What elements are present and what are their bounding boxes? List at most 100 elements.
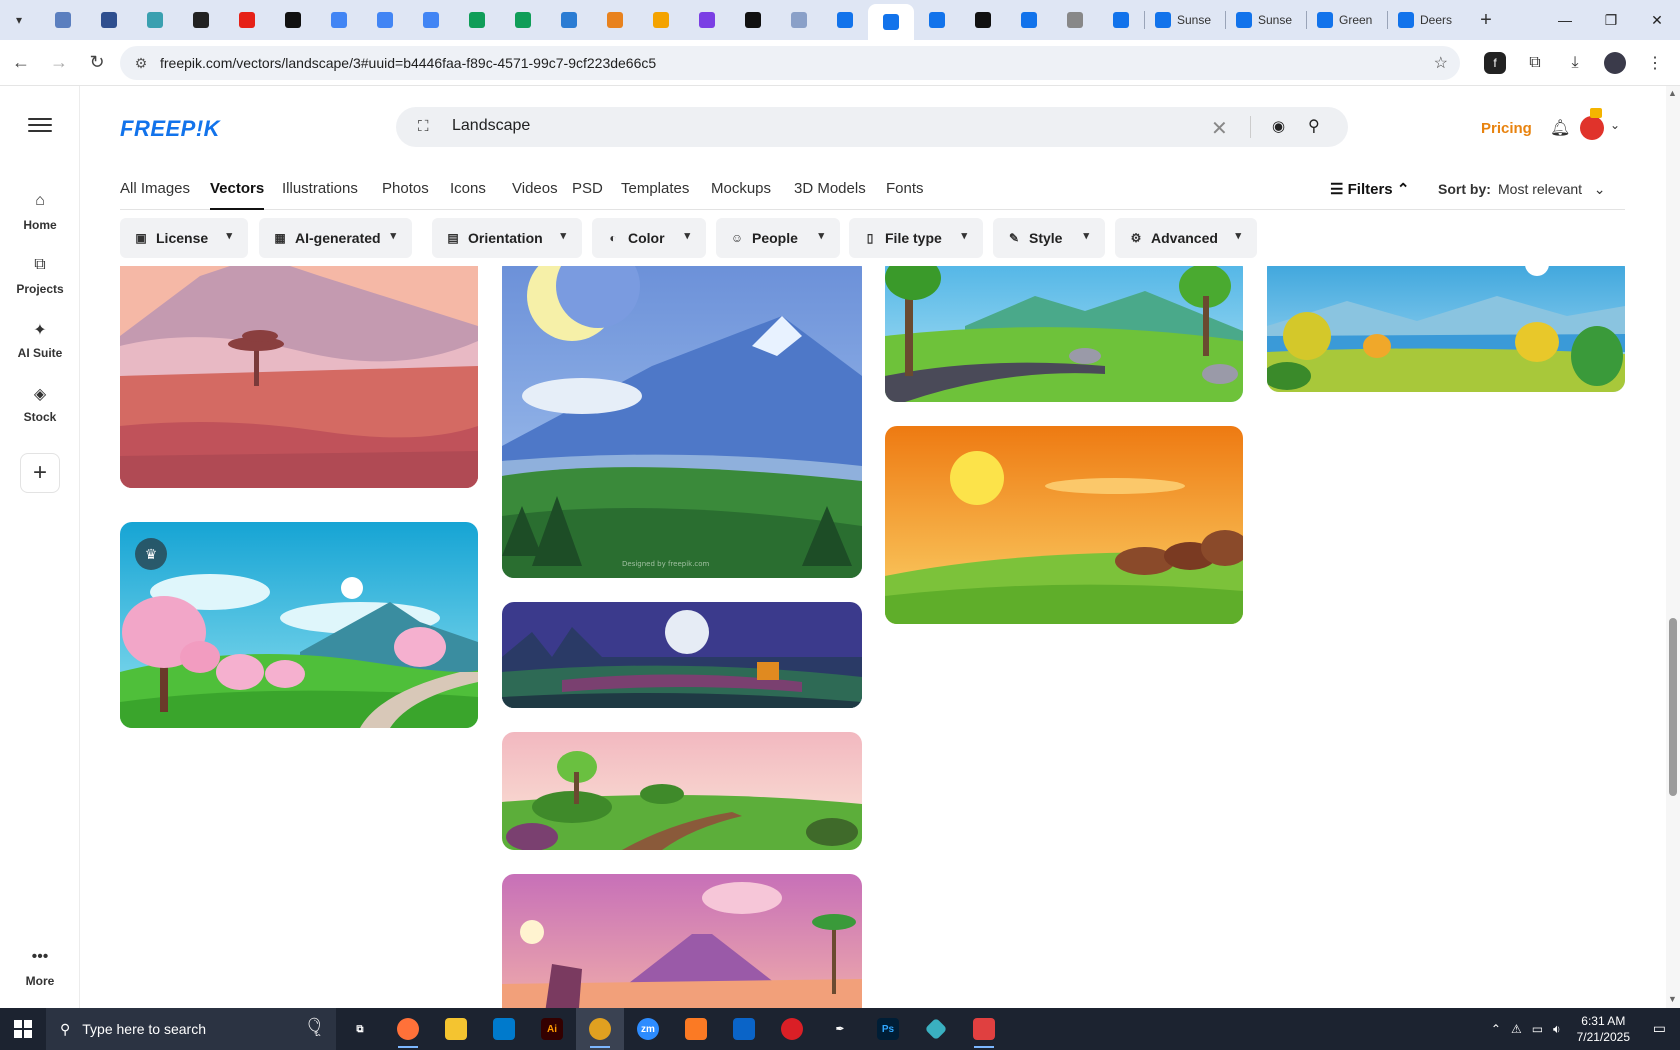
taskbar-creative-cloud[interactable] bbox=[768, 1008, 816, 1050]
taskbar-photoshop[interactable]: Ps bbox=[864, 1008, 912, 1050]
reload-button[interactable]: ↻ bbox=[80, 46, 114, 80]
scroll-up-arrow-icon[interactable]: ▲ bbox=[1668, 88, 1677, 98]
image-card-green-valley[interactable] bbox=[885, 266, 1243, 402]
browser-tab[interactable] bbox=[224, 4, 270, 36]
browser-tab[interactable] bbox=[1006, 4, 1052, 36]
browser-tab[interactable] bbox=[776, 4, 822, 36]
taskbar-firefox[interactable] bbox=[384, 1008, 432, 1050]
minimize-button[interactable]: — bbox=[1542, 0, 1588, 40]
tab-3d-models[interactable]: 3D Models bbox=[794, 180, 866, 197]
image-card-savanna[interactable] bbox=[120, 266, 478, 488]
filter-file-type[interactable]: ▯ File type ▾ bbox=[849, 218, 983, 258]
page-scrollbar[interactable]: ▲ ▼ bbox=[1666, 86, 1680, 1008]
restore-button[interactable]: ❐ bbox=[1588, 0, 1634, 40]
site-info-icon[interactable]: ⚙ bbox=[126, 55, 156, 72]
tab-templates[interactable]: Templates bbox=[621, 180, 689, 197]
filter-style[interactable]: ✎ Style ▾ bbox=[993, 218, 1105, 258]
tab-search-button[interactable]: ▾ bbox=[4, 5, 34, 35]
filter-color[interactable]: ◐ Color ▾ bbox=[592, 218, 706, 258]
browser-tab[interactable] bbox=[914, 4, 960, 36]
scroll-thumb[interactable] bbox=[1669, 618, 1677, 796]
image-card-mountain-moon[interactable]: Designed by freepik.com bbox=[502, 266, 862, 578]
browser-tab[interactable] bbox=[546, 4, 592, 36]
url-text[interactable]: freepik.com/vectors/landscape/3#uuid=b44… bbox=[160, 55, 656, 71]
taskbar-zoom[interactable]: zm bbox=[624, 1008, 672, 1050]
network-icon[interactable]: ▭ bbox=[1532, 1022, 1543, 1036]
filter-advanced[interactable]: ⚙ Advanced ▾ bbox=[1115, 218, 1257, 258]
alert-icon[interactable]: ⚠ bbox=[1511, 1022, 1522, 1036]
add-button[interactable]: + bbox=[20, 453, 60, 493]
filter-license[interactable]: ▣ License ▾ bbox=[120, 218, 248, 258]
tab-videos[interactable]: Videos bbox=[512, 180, 558, 197]
filter-ai-generated[interactable]: ▦ AI-generated ▾ bbox=[259, 218, 412, 258]
browser-tab[interactable]: Green bbox=[1307, 4, 1387, 36]
browser-tab[interactable]: Sunse bbox=[1145, 4, 1225, 36]
taskbar-illustrator[interactable]: Ai bbox=[528, 1008, 576, 1050]
extensions-icon[interactable]: ⧉ bbox=[1518, 46, 1552, 80]
user-avatar[interactable] bbox=[1580, 116, 1604, 140]
notifications-icon[interactable]: ▭ bbox=[1653, 1020, 1666, 1037]
bookmark-star-icon[interactable]: ☆ bbox=[1434, 53, 1448, 73]
browser-tab[interactable] bbox=[638, 4, 684, 36]
task-view-button[interactable]: ⧉ bbox=[336, 1008, 384, 1050]
taskbar-pen-tool[interactable]: ✒ bbox=[816, 1008, 864, 1050]
browser-tab[interactable] bbox=[868, 4, 914, 40]
back-button[interactable]: ← bbox=[4, 46, 38, 80]
font-extension-icon[interactable]: f bbox=[1484, 52, 1506, 74]
image-card-volcano-sunset[interactable] bbox=[502, 874, 862, 1008]
browser-tab[interactable]: Sunse bbox=[1226, 4, 1306, 36]
tab-photos[interactable]: Photos bbox=[382, 180, 429, 197]
tab-all-images[interactable]: All Images bbox=[120, 180, 190, 197]
taskbar-vscode[interactable] bbox=[480, 1008, 528, 1050]
sidebar-item-projects[interactable]: ⧉ Projects bbox=[0, 256, 80, 296]
camera-search-icon[interactable]: ◉ bbox=[1272, 117, 1285, 135]
browser-tab[interactable] bbox=[40, 4, 86, 36]
tab-mockups[interactable]: Mockups bbox=[711, 180, 771, 197]
taskbar-app-diamond[interactable] bbox=[912, 1008, 960, 1050]
freepik-logo[interactable]: FREEP!K bbox=[120, 116, 220, 142]
pricing-link[interactable]: Pricing bbox=[1481, 120, 1532, 137]
tab-icons[interactable]: Icons bbox=[450, 180, 486, 197]
forward-button[interactable]: → bbox=[42, 46, 76, 80]
bell-icon[interactable]: 🔔︎ bbox=[1550, 118, 1570, 138]
image-card-orange-sunset[interactable] bbox=[885, 426, 1243, 624]
sidebar-item-stock[interactable]: ◈ Stock bbox=[0, 384, 80, 424]
profile-avatar[interactable] bbox=[1598, 46, 1632, 80]
tab-illustrations[interactable]: Illustrations bbox=[282, 180, 358, 197]
browser-tab[interactable] bbox=[132, 4, 178, 36]
sidebar-item-ai-suite[interactable]: ✦ AI Suite bbox=[0, 320, 80, 360]
hamburger-menu-icon[interactable] bbox=[28, 114, 52, 136]
filter-people[interactable]: ☺ People ▾ bbox=[716, 218, 840, 258]
browser-tab[interactable] bbox=[500, 4, 546, 36]
search-type-icon[interactable]: ⛶ bbox=[418, 118, 429, 135]
browser-tab[interactable] bbox=[178, 4, 224, 36]
taskbar-xampp[interactable] bbox=[672, 1008, 720, 1050]
image-card-meadow-path[interactable] bbox=[502, 732, 862, 850]
browser-tab[interactable] bbox=[822, 4, 868, 36]
tab-fonts[interactable]: Fonts bbox=[886, 180, 924, 197]
browser-tab[interactable] bbox=[362, 4, 408, 36]
taskbar-outlook[interactable] bbox=[720, 1008, 768, 1050]
browser-tab[interactable]: Deers bbox=[1388, 4, 1468, 36]
filters-toggle-button[interactable]: ☰ Filters ⌃ bbox=[1330, 180, 1409, 198]
browser-tab[interactable] bbox=[316, 4, 362, 36]
start-button[interactable] bbox=[0, 1008, 46, 1050]
tab-psd[interactable]: PSD bbox=[572, 180, 603, 197]
browser-tab[interactable] bbox=[86, 4, 132, 36]
browser-tab[interactable] bbox=[1052, 4, 1098, 36]
browser-menu-icon[interactable]: ⋮ bbox=[1638, 46, 1672, 80]
image-card-night-camping[interactable] bbox=[502, 602, 862, 708]
browser-tab[interactable] bbox=[684, 4, 730, 36]
clear-search-icon[interactable]: ✕ bbox=[1211, 116, 1228, 141]
sidebar-item-home[interactable]: ⌂ Home bbox=[0, 192, 80, 232]
sidebar-item-more[interactable]: ••• More bbox=[0, 948, 80, 988]
search-input[interactable] bbox=[452, 117, 1152, 135]
browser-tab[interactable] bbox=[592, 4, 638, 36]
volume-icon[interactable]: 🔉︎ bbox=[1553, 1022, 1561, 1037]
browser-tab[interactable] bbox=[730, 4, 776, 36]
filter-orientation[interactable]: ▤ Orientation ▾ bbox=[432, 218, 582, 258]
taskbar-chrome[interactable] bbox=[576, 1008, 624, 1050]
browser-tab[interactable] bbox=[960, 4, 1006, 36]
tab-vectors[interactable]: Vectors bbox=[210, 180, 264, 197]
download-icon[interactable]: ⤓ bbox=[1558, 46, 1592, 80]
